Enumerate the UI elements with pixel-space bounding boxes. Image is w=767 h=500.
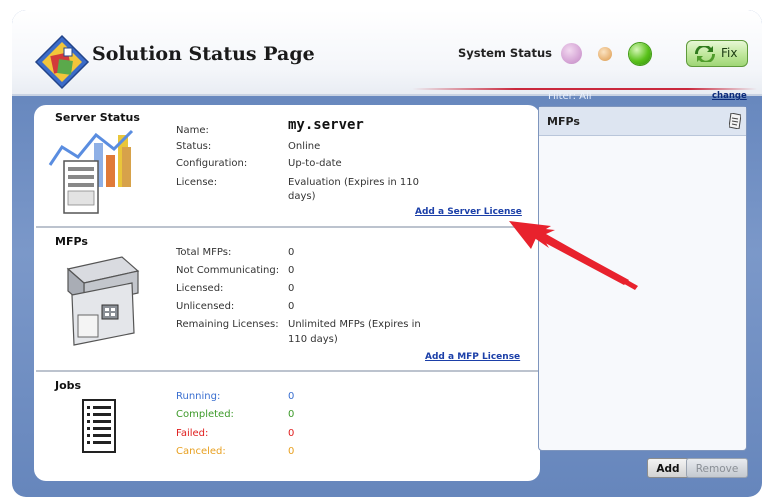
section-divider bbox=[36, 370, 538, 372]
mfp-total-value: 0 bbox=[288, 247, 295, 258]
server-chart-icon bbox=[48, 129, 134, 214]
jobs-completed-label: Completed: bbox=[176, 409, 234, 420]
status-light-purple bbox=[561, 43, 582, 64]
server-status-label: Status: bbox=[176, 141, 212, 152]
section-divider bbox=[36, 226, 538, 228]
jobs-failed-value: 0 bbox=[288, 428, 295, 439]
mfp-licensed-value: 0 bbox=[288, 283, 295, 294]
mfp-not-communicating-value: 0 bbox=[288, 265, 295, 276]
server-license-value-line2: days) bbox=[288, 191, 316, 202]
fix-icon bbox=[695, 46, 715, 62]
server-status-heading: Server Status bbox=[55, 111, 140, 124]
status-card: Server Status Name: my.server Status: On… bbox=[34, 105, 540, 481]
server-license-label: License: bbox=[176, 177, 218, 188]
fix-button[interactable]: Fix bbox=[686, 40, 748, 67]
server-status-value: Online bbox=[288, 141, 321, 152]
mfp-unlicensed-label: Unlicensed: bbox=[176, 301, 235, 312]
mfp-total-label: Total MFPs: bbox=[176, 247, 232, 258]
jobs-failed-label: Failed: bbox=[176, 428, 209, 439]
jobs-completed-value: 0 bbox=[288, 409, 295, 420]
status-light-orange bbox=[598, 47, 612, 61]
jobs-heading: Jobs bbox=[55, 379, 82, 392]
app-logo-icon bbox=[34, 34, 90, 90]
server-name-value: my.server bbox=[288, 117, 364, 133]
add-mfp-license-link[interactable]: Add a MFP License bbox=[425, 352, 520, 362]
fix-button-label: Fix bbox=[721, 46, 738, 60]
server-configuration-value: Up-to-date bbox=[288, 158, 342, 169]
screenshot-frame: Solution Status Page System Status Fix S… bbox=[0, 0, 767, 500]
status-light-green bbox=[629, 43, 651, 65]
mfps-heading: MFPs bbox=[55, 235, 88, 248]
server-license-value-line1: Evaluation (Expires in 110 bbox=[288, 177, 420, 188]
header-accent-line bbox=[412, 88, 757, 90]
header-bar: Solution Status Page System Status Fix bbox=[12, 10, 762, 96]
jobs-running-label: Running: bbox=[176, 391, 221, 402]
annotation-arrow bbox=[509, 221, 638, 290]
filter-page-icon[interactable] bbox=[729, 113, 741, 129]
mfp-licensed-label: Licensed: bbox=[176, 283, 224, 294]
server-name-label: Name: bbox=[176, 125, 209, 136]
server-configuration-label: Configuration: bbox=[176, 158, 248, 169]
mfp-remaining-value-line2: 110 days) bbox=[288, 334, 338, 345]
mfp-list-header: MFPs bbox=[539, 107, 746, 136]
system-status-label: System Status bbox=[458, 46, 552, 60]
remove-button[interactable]: Remove bbox=[686, 458, 748, 478]
change-filter-link[interactable]: change bbox=[712, 91, 747, 101]
add-button[interactable]: Add bbox=[647, 458, 689, 478]
filter-label: Filter: All bbox=[548, 91, 592, 102]
printer-icon bbox=[66, 256, 140, 346]
jobs-running-value: 0 bbox=[288, 391, 295, 402]
mfp-remaining-value-line1: Unlimited MFPs (Expires in bbox=[288, 319, 421, 330]
jobs-canceled-value: 0 bbox=[288, 446, 295, 457]
mfp-list-title: MFPs bbox=[547, 115, 580, 128]
mfp-remaining-label: Remaining Licenses: bbox=[176, 319, 279, 330]
job-list-icon bbox=[82, 399, 116, 453]
mfp-unlicensed-value: 0 bbox=[288, 301, 295, 312]
page-title: Solution Status Page bbox=[92, 43, 315, 65]
jobs-canceled-label: Canceled: bbox=[176, 446, 226, 457]
mfp-not-communicating-label: Not Communicating: bbox=[176, 265, 280, 276]
